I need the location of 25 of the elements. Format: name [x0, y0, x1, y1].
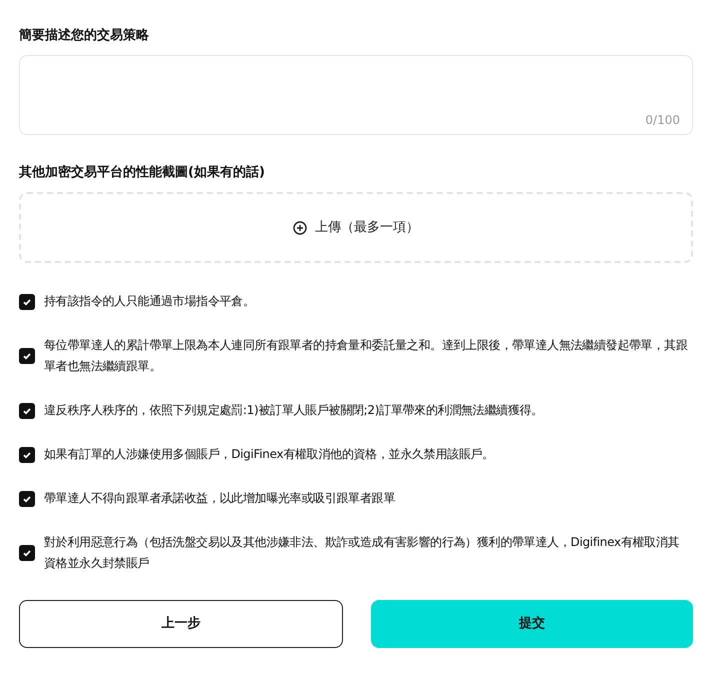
checkbox[interactable]	[19, 446, 35, 462]
agreement-text: 對於利用惡意行為（包括洗盤交易以及其他涉嫌非法、欺詐或造成有害影響的行為）獲利的帶單達人，Digifinex有權取消其資格並永久封禁賬戶	[44, 534, 680, 572]
checkbox[interactable]	[19, 294, 35, 310]
checkbox[interactable]	[19, 402, 35, 418]
agreement-text: 違反秩序人秩序的，依照下列規定處罰:1)被訂單人賬戶被關閉;2)訂單帶來的利潤無法繼續獲得。	[44, 402, 543, 419]
submit-button[interactable]: 提交	[371, 600, 693, 648]
field-label: 其他加密交易平台的性能截圖(如果有的話)	[19, 164, 266, 182]
agreement-text: 每位帶單達人的累計帶單上限為本人連同所有跟單者的持倉量和委託量之和。達到上限後，帶單達人無法繼續發起帶單，其跟單者也無法繼續跟單。	[44, 337, 689, 375]
agreement-text: 持有該指令的人只能通過市場指令平倉。	[44, 293, 255, 310]
check-icon	[22, 494, 32, 504]
character-counter: 0/100	[645, 112, 680, 129]
checkbox[interactable]	[19, 545, 35, 561]
plus-circle-icon	[293, 220, 307, 234]
checkbox[interactable]	[19, 348, 35, 364]
checkbox[interactable]	[19, 490, 35, 506]
agreement-text: 帶單達人不得向跟單者承諾收益，以此增加曝光率或吸引跟單者跟單	[44, 490, 396, 507]
agreement-text: 如果有訂單的人涉嫌使用多個賬戶，DigiFinex有權取消他的資格，並永久禁用該賬戶。	[44, 446, 494, 463]
check-icon	[22, 450, 32, 460]
check-icon	[22, 548, 32, 558]
check-icon	[22, 351, 32, 361]
check-icon	[22, 296, 32, 306]
check-icon	[22, 406, 32, 416]
field-label: 簡要描述您的交易策略	[19, 27, 150, 45]
upload-button[interactable]: 上傳（最多一項）	[19, 192, 693, 263]
back-button[interactable]: 上一步	[19, 600, 343, 648]
